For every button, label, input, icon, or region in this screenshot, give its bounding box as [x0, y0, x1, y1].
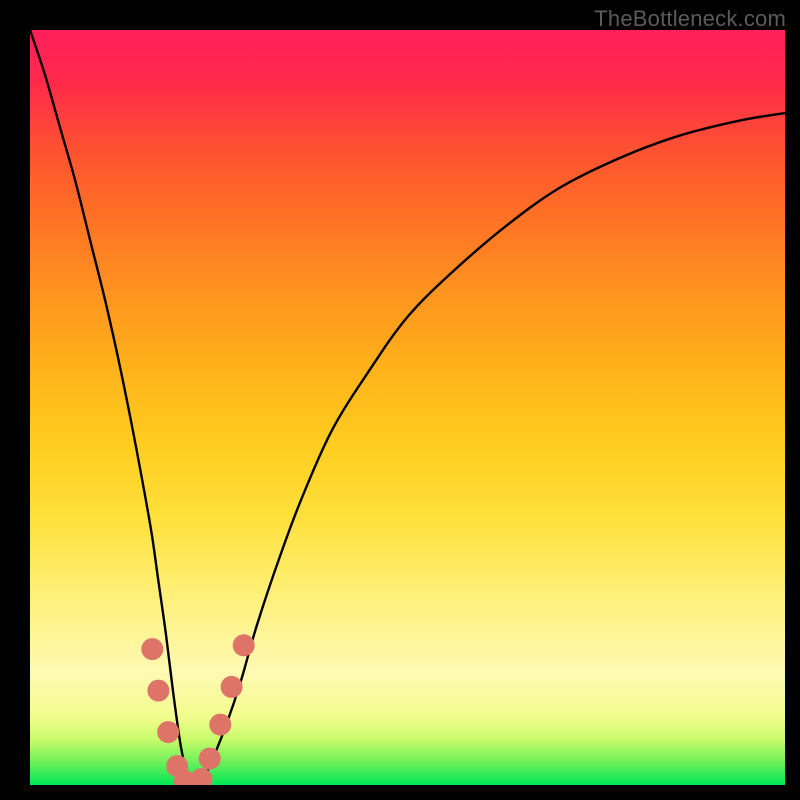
curve-marker — [190, 768, 212, 785]
curve-marker — [233, 634, 255, 656]
curve-marker — [221, 676, 243, 698]
curve-markers — [141, 634, 254, 785]
curve-marker — [209, 714, 231, 736]
curve-marker — [141, 638, 163, 660]
attribution-text: TheBottleneck.com — [594, 6, 786, 32]
curve-marker — [199, 748, 221, 770]
bottleneck-curve — [30, 30, 785, 785]
curve-marker — [147, 680, 169, 702]
plot-area — [30, 30, 785, 785]
chart-frame: TheBottleneck.com — [0, 0, 800, 800]
curve-marker — [157, 721, 179, 743]
curve-path — [30, 30, 785, 785]
